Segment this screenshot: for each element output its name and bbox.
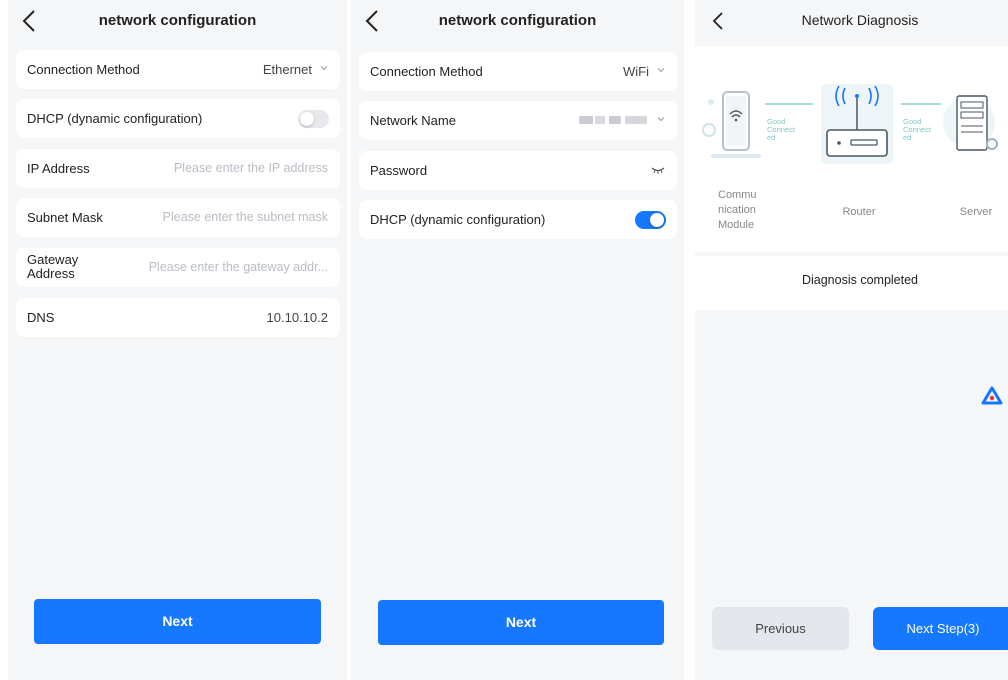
gateway-address-input[interactable]: Please enter the gateway addr...	[149, 260, 328, 274]
page-title: network configuration	[438, 12, 597, 29]
dhcp-label: DHCP (dynamic configuration)	[27, 111, 203, 126]
subnet-mask-input[interactable]: Please enter the subnet mask	[163, 210, 328, 224]
diagnosis-status-text: Diagnosis completed	[801, 273, 919, 287]
subnet-mask-row[interactable]: Subnet Mask Please enter the subnet mask	[16, 198, 340, 237]
network-name-select[interactable]: Network Name	[359, 101, 677, 140]
communication-module-icon	[702, 91, 761, 158]
connection-line-left	[765, 103, 813, 105]
chevron-down-icon	[657, 66, 665, 74]
router-icon	[821, 84, 893, 164]
connection-status-text: ed	[767, 133, 776, 142]
dns-value[interactable]: 10.10.10.2	[267, 310, 328, 325]
toggle-knob	[300, 112, 314, 126]
node-label-router: Router	[842, 206, 876, 218]
blur-block	[579, 116, 593, 124]
page-title: Network Diagnosis	[801, 12, 919, 28]
network-name-label: Network Name	[370, 113, 456, 128]
gateway-label-line1: Gateway	[27, 252, 79, 267]
connection-method-select[interactable]: Connection Method Ethernet	[16, 50, 340, 89]
connection-method-value[interactable]: Ethernet	[263, 62, 328, 77]
top-bar: Network Diagnosis	[695, 0, 1008, 44]
next-button[interactable]: Next	[34, 599, 321, 644]
gateway-label-line2: Address	[27, 266, 75, 281]
next-step-button[interactable]: Next Step(3)	[873, 607, 1008, 650]
dns-row[interactable]: DNS 10.10.10.2	[16, 298, 340, 337]
brand-logo-icon	[981, 386, 1003, 405]
ip-address-input[interactable]: Please enter the IP address	[174, 161, 328, 175]
connection-method-selected: WiFi	[623, 64, 649, 79]
server-icon	[943, 95, 998, 151]
connection-method-label: Connection Method	[370, 64, 483, 79]
password-label: Password	[370, 163, 428, 178]
blur-block	[625, 116, 647, 124]
connection-status-text: ed	[903, 133, 912, 142]
gateway-address-row[interactable]: Gateway Address Please enter the gateway …	[16, 248, 340, 287]
subnet-mask-label: Subnet Mask	[27, 210, 103, 225]
node-label-communication-module: Commu nication Module	[718, 188, 758, 233]
node-label-line: Module	[718, 219, 755, 231]
gateway-address-label: Gateway Address	[27, 253, 97, 281]
ethernet-config-screen: network configuration Connection Method …	[8, 0, 347, 680]
network-name-blurred-value	[579, 116, 647, 124]
dhcp-label: DHCP (dynamic configuration)	[370, 212, 546, 227]
chevron-down-icon	[657, 115, 665, 123]
password-row[interactable]: Password	[359, 151, 677, 190]
dhcp-row: DHCP (dynamic configuration)	[16, 99, 340, 138]
diagnosis-diagram: Good Connect ed Good Connect ed Commu ni…	[695, 46, 1008, 252]
connection-method-value[interactable]: WiFi	[623, 64, 665, 79]
dns-label: DNS	[27, 310, 55, 325]
connection-status-right: Good Connect ed	[903, 118, 931, 142]
dhcp-toggle[interactable]	[298, 110, 329, 128]
ip-address-row[interactable]: IP Address Please enter the IP address	[16, 149, 340, 188]
node-label-line: nication	[718, 204, 756, 216]
diagnosis-status-card: Diagnosis completed	[695, 256, 1008, 310]
next-button[interactable]: Next	[378, 600, 664, 645]
node-label-line: Commu	[718, 189, 757, 201]
blur-block	[609, 116, 621, 124]
page-title: network configuration	[98, 12, 257, 29]
toggle-knob	[650, 213, 664, 227]
dhcp-toggle[interactable]	[635, 211, 666, 229]
previous-button[interactable]: Previous	[712, 607, 849, 650]
ip-address-label: IP Address	[27, 161, 90, 176]
top-bar: network configuration	[351, 0, 684, 44]
blur-block	[595, 116, 605, 124]
connection-line-right	[901, 103, 941, 105]
top-bar: network configuration	[8, 0, 347, 44]
connection-method-label: Connection Method	[27, 62, 140, 77]
chevron-down-icon	[320, 64, 328, 72]
connection-method-select[interactable]: Connection Method WiFi	[359, 52, 677, 91]
node-label-server: Server	[959, 206, 993, 218]
dhcp-row: DHCP (dynamic configuration)	[359, 200, 677, 239]
wifi-config-screen: network configuration Connection Method …	[351, 0, 684, 680]
network-name-chevron[interactable]	[649, 113, 665, 128]
network-diagnosis-screen: Network Diagnosis Good Connect ed Good C…	[695, 0, 1008, 680]
connection-method-selected: Ethernet	[262, 62, 312, 77]
connection-status-left: Good Connect ed	[767, 118, 795, 142]
eye-closed-icon[interactable]	[651, 165, 665, 175]
